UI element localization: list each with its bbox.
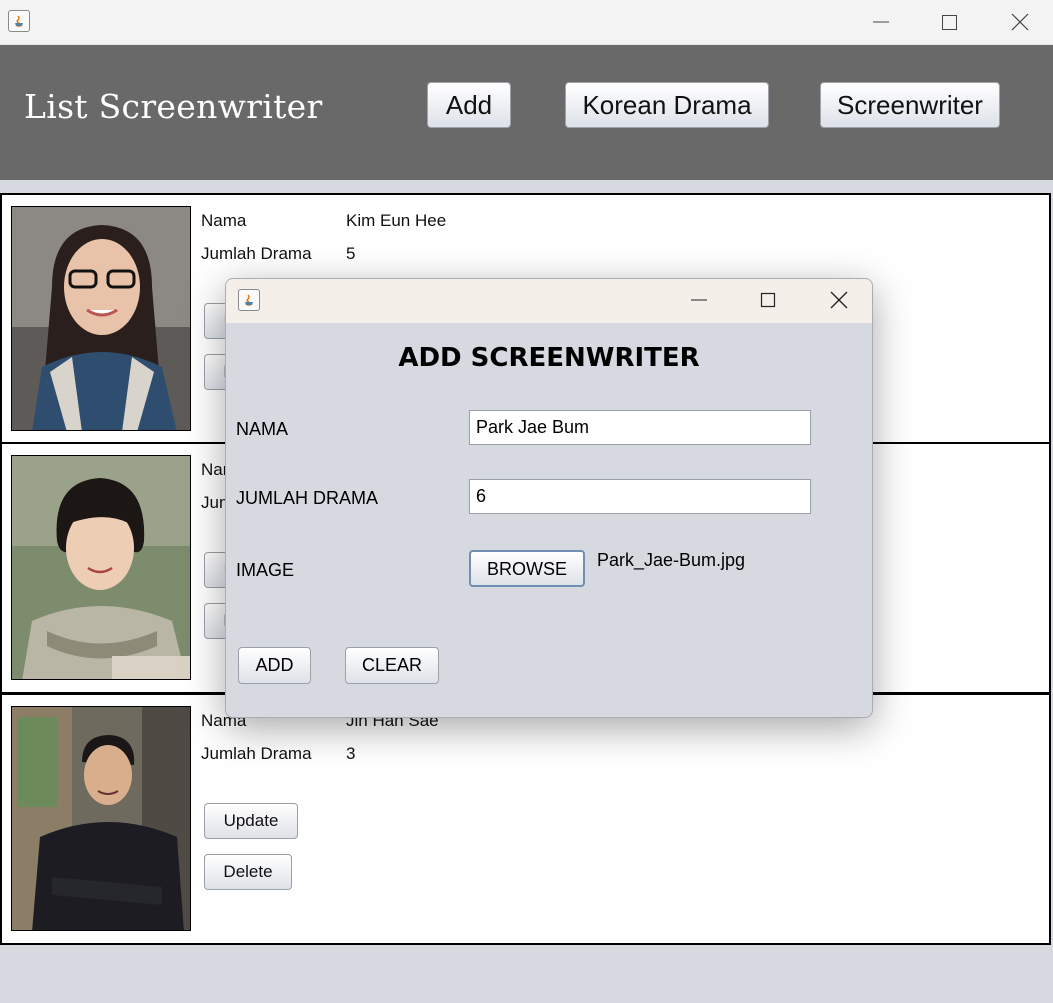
minimize-icon[interactable]	[864, 9, 898, 35]
close-icon[interactable]	[1003, 9, 1037, 35]
selected-file-name: Park_Jae-Bum.jpg	[597, 550, 746, 570]
clear-button[interactable]: CLEAR	[345, 647, 439, 684]
jumlah-drama-field-label: JUMLAH DRAMA	[236, 488, 379, 508]
jumlah-drama-label: Jumlah Drama	[201, 744, 312, 763]
add-screenwriter-dialog: ADD SCREENWRITER NAMA JUMLAH DRAMA IMAGE…	[225, 278, 873, 718]
nav-screenwriter-button[interactable]: Screenwriter	[820, 82, 1000, 128]
close-icon[interactable]	[822, 287, 856, 313]
browse-button[interactable]: BROWSE	[469, 550, 585, 587]
screenwriter-photo	[11, 455, 191, 680]
nav-add-button[interactable]: Add	[427, 82, 511, 128]
window-titlebar[interactable]	[0, 0, 1053, 45]
dialog-titlebar[interactable]	[226, 279, 872, 323]
screenwriter-photo	[11, 206, 191, 431]
minimize-icon[interactable]	[682, 287, 716, 313]
delete-button[interactable]: Delete	[204, 854, 292, 890]
jumlah-drama-value: 5	[346, 244, 356, 263]
header-bar: List Screenwriter Add Korean Drama Scree…	[0, 45, 1053, 180]
nama-field-label: NAMA	[236, 419, 289, 439]
page-title: List Screenwriter	[24, 87, 323, 126]
java-icon	[8, 10, 30, 32]
update-button[interactable]: Update	[204, 803, 298, 839]
maximize-icon[interactable]	[751, 287, 785, 313]
add-button[interactable]: ADD	[238, 647, 311, 684]
screenwriter-photo	[11, 706, 191, 931]
nama-label: Nama	[201, 211, 247, 230]
screenwriter-card: Nama Jin Han Sae Jumlah Drama 3 Update D…	[0, 693, 1051, 945]
nav-korean-drama-button[interactable]: Korean Drama	[565, 82, 769, 128]
dialog-heading: ADD SCREENWRITER	[398, 343, 700, 373]
jumlah-drama-input[interactable]	[469, 479, 811, 514]
nama-input[interactable]	[469, 410, 811, 445]
jumlah-drama-value: 3	[346, 744, 356, 763]
image-field-label: IMAGE	[236, 560, 295, 580]
nama-value: Kim Eun Hee	[346, 211, 447, 230]
java-icon	[238, 289, 260, 311]
maximize-icon[interactable]	[932, 9, 966, 35]
jumlah-drama-label: Jumlah Drama	[201, 244, 312, 263]
